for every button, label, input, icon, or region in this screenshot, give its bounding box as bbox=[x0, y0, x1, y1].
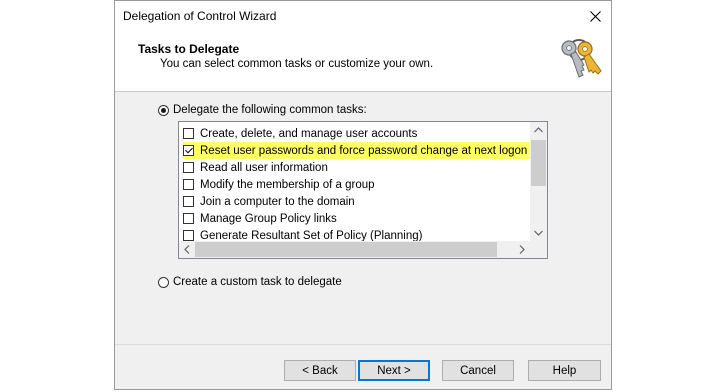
radio-common-label: Delegate the following common tasks: bbox=[173, 104, 367, 116]
radio-custom-task[interactable]: Create a custom task to delegate bbox=[158, 276, 342, 288]
task-label: Modify the membership of a group bbox=[200, 178, 375, 191]
task-item[interactable]: Reset user passwords and force password … bbox=[183, 142, 531, 159]
task-item[interactable]: Generate Resultant Set of Policy (Planni… bbox=[183, 227, 422, 241]
keys-icon bbox=[561, 39, 602, 78]
task-checkbox[interactable] bbox=[183, 162, 194, 173]
radio-button-selected[interactable] bbox=[158, 104, 169, 116]
horizontal-scrollbar[interactable] bbox=[179, 241, 531, 258]
radio-custom-label: Create a custom task to delegate bbox=[173, 276, 342, 288]
task-label: Generate Resultant Set of Policy (Planni… bbox=[200, 229, 423, 242]
task-item[interactable]: Read all user information bbox=[183, 159, 328, 176]
close-button[interactable] bbox=[579, 1, 611, 32]
task-item[interactable]: Create, delete, and manage user accounts bbox=[183, 125, 417, 142]
scroll-left-icon[interactable] bbox=[184, 245, 190, 256]
task-checkbox[interactable] bbox=[183, 128, 194, 139]
next-button[interactable]: Next > bbox=[358, 360, 430, 381]
task-checkbox[interactable] bbox=[183, 213, 194, 224]
page-subtitle: You can select common tasks or customize… bbox=[160, 58, 434, 70]
task-label: Reset user passwords and force password … bbox=[200, 144, 528, 157]
task-label: Join a computer to the domain bbox=[200, 195, 355, 208]
task-item[interactable]: Modify the membership of a group bbox=[183, 176, 375, 193]
task-checkbox[interactable] bbox=[183, 230, 194, 241]
task-item[interactable]: Manage Group Policy links bbox=[183, 210, 337, 227]
page-title: Tasks to Delegate bbox=[138, 42, 240, 56]
tasks-list: Create, delete, and manage user accounts… bbox=[179, 122, 531, 241]
task-checkbox[interactable] bbox=[183, 179, 194, 190]
help-button[interactable]: Help bbox=[528, 360, 601, 381]
radio-button-unselected[interactable] bbox=[158, 276, 169, 288]
radio-common-tasks[interactable]: Delegate the following common tasks: bbox=[158, 104, 367, 116]
cancel-button[interactable]: Cancel bbox=[442, 360, 514, 381]
task-item[interactable]: Join a computer to the domain bbox=[183, 193, 355, 210]
close-icon bbox=[589, 11, 601, 22]
task-label: Read all user information bbox=[200, 161, 328, 174]
tasks-listbox[interactable]: Create, delete, and manage user accounts… bbox=[178, 121, 548, 259]
task-label: Manage Group Policy links bbox=[200, 212, 337, 225]
scroll-up-icon[interactable] bbox=[534, 126, 543, 135]
task-label: Create, delete, and manage user accounts bbox=[200, 127, 418, 140]
horizontal-scroll-thumb[interactable] bbox=[195, 242, 497, 257]
task-checkbox[interactable] bbox=[183, 196, 194, 207]
vertical-scroll-thumb[interactable] bbox=[531, 140, 546, 186]
task-checkbox[interactable] bbox=[183, 145, 194, 156]
title-bar: Delegation of Control Wizard bbox=[115, 1, 611, 32]
back-button[interactable]: < Back bbox=[284, 360, 356, 381]
scroll-right-icon[interactable] bbox=[519, 245, 525, 256]
wizard-header: Tasks to Delegate You can select common … bbox=[115, 32, 611, 92]
scrollbar-corner bbox=[530, 241, 547, 258]
wizard-dialog: Delegation of Control Wizard Tasks to De… bbox=[114, 0, 612, 390]
scroll-down-icon[interactable] bbox=[534, 229, 543, 238]
vertical-scrollbar[interactable] bbox=[530, 122, 547, 241]
window-title: Delegation of Control Wizard bbox=[123, 9, 277, 23]
